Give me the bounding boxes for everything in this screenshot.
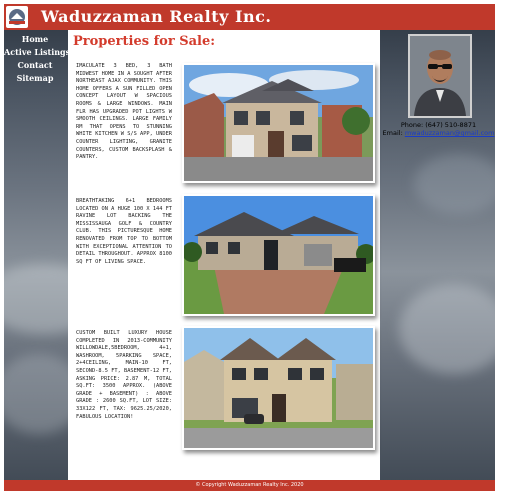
agent-portrait: [410, 36, 470, 116]
house-photo: [184, 196, 373, 314]
agent-email-link[interactable]: mwaduzzaman@gmail.com: [405, 129, 495, 137]
agent-card: Phone: (647) 510-8871 Email: mwaduzzaman…: [382, 30, 495, 160]
site-title: Waduzzaman Realty Inc.: [41, 7, 272, 26]
main-content: Properties for Sale: Imaculate 3 bed, 3 …: [68, 30, 380, 480]
sidebar-nav: Home Active Listings Contact Sitemap: [4, 30, 70, 480]
cloud-decoration: [414, 154, 495, 214]
logo-band: [9, 21, 25, 24]
site-footer: © Copyright Waduzzaman Realty Inc. 2020: [4, 480, 495, 491]
nav-active-listings[interactable]: Active Listings: [4, 46, 70, 59]
listing-description: Imaculate 3 bed, 3 bath midwest home in …: [76, 63, 172, 161]
agent-email-label: Email:: [382, 129, 403, 137]
nav-contact[interactable]: Contact: [4, 59, 66, 72]
house-photo: [184, 65, 373, 181]
house-photo: [184, 328, 373, 448]
listing-photo[interactable]: [182, 63, 375, 183]
listing-description: Breathtaking 6+1 Bedrooms located on a h…: [76, 198, 172, 265]
listing-description: Custom built luxury house completed in 2…: [76, 330, 172, 420]
nav-home[interactable]: Home: [4, 33, 66, 46]
page-frame: Waduzzaman Realty Inc. Home Active Listi…: [4, 4, 495, 491]
agent-email-row: Email: mwaduzzaman@gmail.com: [382, 129, 495, 137]
agent-phone: Phone: (647) 510-8871: [400, 121, 477, 129]
nav-sitemap[interactable]: Sitemap: [4, 72, 66, 85]
site-header: Waduzzaman Realty Inc.: [4, 4, 495, 30]
listing-photo[interactable]: [182, 194, 375, 316]
page-title: Properties for Sale:: [73, 34, 216, 49]
house-icon: [11, 13, 23, 19]
logo[interactable]: [6, 6, 28, 28]
agent-photo: [408, 34, 472, 118]
listing-photo[interactable]: [182, 326, 375, 450]
cloud-decoration: [399, 284, 495, 374]
